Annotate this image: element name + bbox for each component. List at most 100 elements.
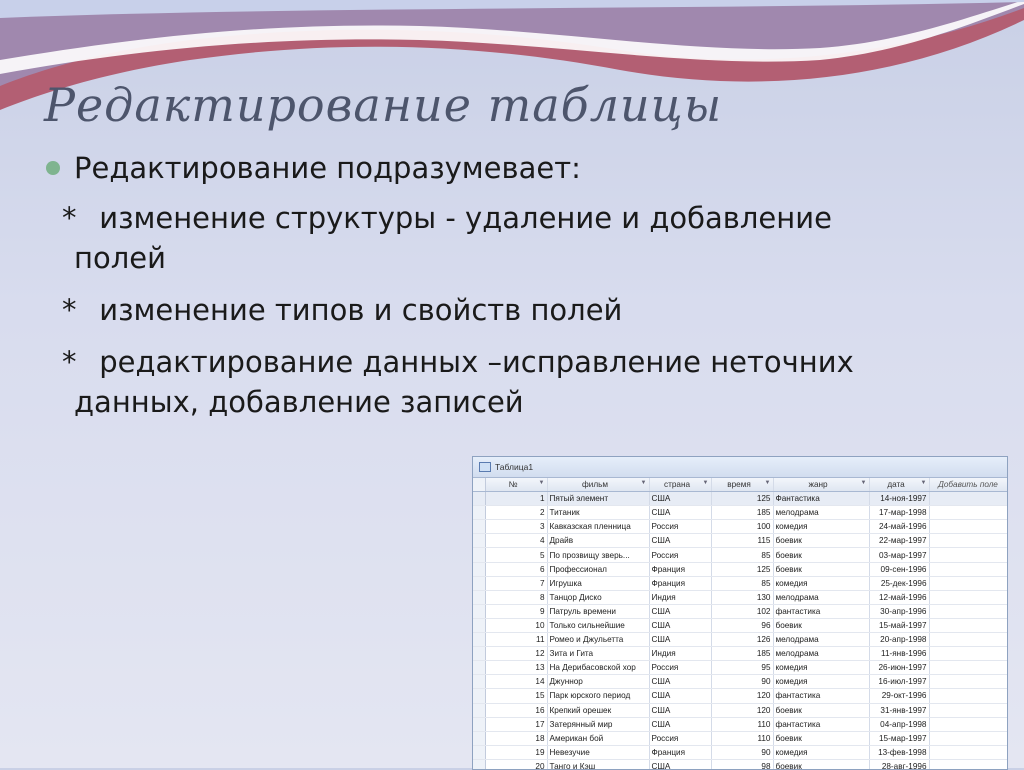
table-cell[interactable]: 20	[485, 759, 548, 769]
table-cell[interactable]: Франция	[649, 562, 712, 577]
table-cell[interactable]: 26-июн-1997	[869, 660, 930, 676]
table-cell[interactable]	[929, 731, 1007, 746]
table-cell[interactable]: Невезучие	[547, 745, 650, 760]
row-selector[interactable]	[473, 562, 486, 577]
table-cell[interactable]: 1	[485, 491, 548, 507]
table-cell[interactable]	[929, 604, 1007, 619]
row-selector[interactable]	[473, 703, 486, 718]
table-cell[interactable]: комедия	[773, 745, 870, 760]
table-cell[interactable]: мелодрама	[773, 632, 870, 648]
table-row[interactable]: 4 Драйв США 115 боевик 22-мар-1997	[473, 533, 1007, 549]
select-all-corner[interactable]	[473, 478, 486, 493]
table-cell[interactable]: 98	[711, 759, 774, 769]
row-selector[interactable]	[473, 646, 486, 662]
table-cell[interactable]: США	[649, 703, 712, 718]
table-cell[interactable]	[929, 745, 1007, 760]
table-cell[interactable]: 16	[485, 703, 548, 718]
row-selector[interactable]	[473, 688, 486, 704]
table-cell[interactable]: Зита и Гита	[547, 646, 650, 662]
table-cell[interactable]: 125	[711, 562, 774, 577]
table-cell[interactable]: 10	[485, 618, 548, 634]
table-cell[interactable]: Фантастика	[773, 491, 870, 507]
table-row[interactable]: 10 Только сильнейшие США 96 боевик 15-май-199…	[473, 618, 1007, 634]
table-cell[interactable]: 6	[485, 562, 548, 577]
table-cell[interactable]: 115	[711, 533, 774, 549]
table-cell[interactable]: США	[649, 717, 712, 732]
table-cell[interactable]: мелодрама	[773, 590, 870, 605]
table-cell[interactable]: 04-апр-1998	[869, 717, 930, 732]
table-cell[interactable]: 11-янв-1996	[869, 646, 930, 662]
table-cell[interactable]	[929, 618, 1007, 634]
table-row[interactable]: 9 Патруль времени США 102 фантастика 30-апр-1…	[473, 604, 1007, 619]
table-tab[interactable]: Таблица1	[473, 457, 1007, 478]
table-row[interactable]: 3 Кавказская пленница Россия 100 комедия 24-м…	[473, 519, 1007, 535]
table-row[interactable]: 2 Титаник США 185 мелодрама 17-мар-1998	[473, 505, 1007, 521]
column-header[interactable]: дата ▼	[869, 478, 930, 493]
table-cell[interactable]: 3	[485, 519, 548, 535]
row-selector[interactable]	[473, 660, 486, 676]
table-cell[interactable]: 85	[711, 576, 774, 591]
row-selector[interactable]	[473, 717, 486, 732]
table-cell[interactable]: 90	[711, 674, 774, 690]
table-cell[interactable]	[929, 519, 1007, 535]
table-cell[interactable]: 8	[485, 590, 548, 605]
row-selector[interactable]	[473, 590, 486, 605]
table-cell[interactable]: Россия	[649, 660, 712, 676]
table-cell[interactable]: комедия	[773, 660, 870, 676]
table-row[interactable]: 1 Пятый элемент США 125 Фантастика 14-ноя-199…	[473, 491, 1007, 507]
table-cell[interactable]: 18	[485, 731, 548, 746]
table-cell[interactable]: Кавказская пленница	[547, 519, 650, 535]
table-cell[interactable]: 110	[711, 717, 774, 732]
table-row[interactable]: 18 Американ бой Россия 110 боевик 15-мар-1997	[473, 731, 1007, 746]
table-cell[interactable]	[929, 590, 1007, 605]
table-row[interactable]: 13 На Дерибасовской хор Россия 95 комедия 26-…	[473, 660, 1007, 676]
table-cell[interactable]: Американ бой	[547, 731, 650, 746]
table-cell[interactable]: США	[649, 688, 712, 704]
table-cell[interactable]: Индия	[649, 590, 712, 605]
table-cell[interactable]: Ромео и Джульетта	[547, 632, 650, 648]
table-cell[interactable]: 185	[711, 505, 774, 521]
row-selector[interactable]	[473, 731, 486, 746]
table-row[interactable]: 19 Невезучие Франция 90 комедия 13-фев-1998	[473, 745, 1007, 760]
table-cell[interactable]: Драйв	[547, 533, 650, 549]
table-cell[interactable]: 12	[485, 646, 548, 662]
table-cell[interactable]: 03-мар-1997	[869, 547, 930, 563]
table-cell[interactable]: Патруль времени	[547, 604, 650, 619]
table-cell[interactable]: По прозвищу зверь...	[547, 547, 650, 563]
row-selector[interactable]	[473, 674, 486, 690]
table-row[interactable]: 12 Зита и Гита Индия 185 мелодрама 11-янв-199…	[473, 646, 1007, 662]
table-cell[interactable]: Танцор Диско	[547, 590, 650, 605]
table-cell[interactable]: фантастика	[773, 604, 870, 619]
table-cell[interactable]: США	[649, 674, 712, 690]
table-cell[interactable]: США	[649, 505, 712, 521]
table-cell[interactable]: Крепкий орешек	[547, 703, 650, 718]
table-cell[interactable]	[929, 562, 1007, 577]
table-row[interactable]: 11 Ромео и Джульетта США 126 мелодрама 20-апр…	[473, 632, 1007, 648]
table-cell[interactable]: 14	[485, 674, 548, 690]
table-row[interactable]: 16 Крепкий орешек США 120 боевик 31-янв-1997	[473, 703, 1007, 718]
table-cell[interactable]: США	[649, 759, 712, 769]
row-selector[interactable]	[473, 519, 486, 535]
table-cell[interactable]: 17-мар-1998	[869, 505, 930, 521]
table-cell[interactable]: мелодрама	[773, 505, 870, 521]
table-cell[interactable]: 15	[485, 688, 548, 704]
row-selector[interactable]	[473, 745, 486, 760]
table-cell[interactable]: 185	[711, 646, 774, 662]
column-header[interactable]: время ▼	[711, 478, 774, 493]
row-selector[interactable]	[473, 491, 486, 507]
table-cell[interactable]	[929, 533, 1007, 549]
table-cell[interactable]: комедия	[773, 576, 870, 591]
table-row[interactable]: 8 Танцор Диско Индия 130 мелодрама 12-май-199…	[473, 590, 1007, 605]
row-selector[interactable]	[473, 759, 486, 769]
table-cell[interactable]: фантастика	[773, 717, 870, 732]
table-cell[interactable]	[929, 703, 1007, 718]
table-cell[interactable]: Пятый элемент	[547, 491, 650, 507]
table-cell[interactable]: 14-ноя-1997	[869, 491, 930, 507]
table-cell[interactable]: Профессионал	[547, 562, 650, 577]
table-cell[interactable]: фантастика	[773, 688, 870, 704]
table-cell[interactable]: 13-фев-1998	[869, 745, 930, 760]
table-cell[interactable]: Джуннор	[547, 674, 650, 690]
table-cell[interactable]: мелодрама	[773, 646, 870, 662]
table-cell[interactable]: 5	[485, 547, 548, 563]
table-cell[interactable]: США	[649, 632, 712, 648]
